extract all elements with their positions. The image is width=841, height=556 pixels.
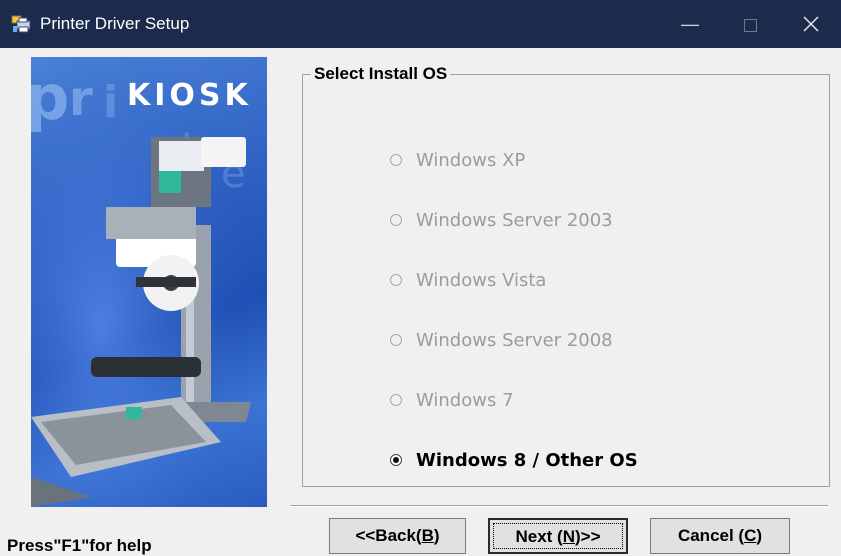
radio-label: Windows Server 2003: [416, 210, 613, 231]
svg-text:i: i: [103, 77, 118, 128]
install-os-groupbox: [302, 74, 830, 487]
cancel-label-end: ): [756, 526, 763, 545]
maximize-icon: [744, 19, 757, 32]
radio-label: Windows Server 2008: [416, 330, 613, 351]
setup-app-icon: [11, 14, 33, 34]
svg-text:r: r: [69, 71, 93, 127]
minimize-button[interactable]: —: [660, 0, 720, 48]
button-separator: [290, 505, 828, 507]
title-bar: Printer Driver Setup —: [0, 0, 841, 48]
kiosk-printer-banner: p r i t e KIOSK: [31, 57, 267, 507]
radio-icon: [390, 154, 402, 166]
radio-icon: [390, 394, 402, 406]
radio-label: Windows Vista: [416, 270, 547, 291]
focus-rect: [493, 523, 623, 549]
radio-label: Windows 7: [416, 390, 514, 411]
radio-label: Windows 8 / Other OS: [416, 450, 638, 471]
next-button[interactable]: Next (N)>>: [488, 518, 628, 554]
radio-icon: [390, 274, 402, 286]
maximize-button[interactable]: [720, 0, 780, 48]
minimize-icon: —: [681, 14, 699, 34]
back-label-end: ): [433, 526, 440, 545]
cancel-mnemonic: C: [744, 526, 757, 545]
svg-text:p: p: [31, 61, 69, 134]
groupbox-title: Select Install OS: [311, 64, 451, 84]
banner-artwork: p r i t e: [31, 57, 267, 507]
back-label: <<Back(: [355, 526, 422, 545]
radio-icon: [390, 334, 402, 346]
radio-icon: [390, 214, 402, 226]
help-hint: Press"F1"for help: [7, 536, 152, 555]
back-button[interactable]: <<Back(B): [329, 518, 466, 554]
cancel-label: Cancel (: [677, 526, 745, 545]
radio-label: Windows XP: [416, 150, 526, 171]
close-icon: [803, 16, 819, 32]
radio-selected-icon: [390, 454, 402, 466]
cancel-button[interactable]: Cancel (C): [650, 518, 790, 554]
banner-brand-text: KIOSK: [127, 78, 252, 113]
window-title: Printer Driver Setup: [40, 14, 190, 33]
back-mnemonic: B: [421, 526, 434, 545]
close-button[interactable]: [781, 0, 841, 48]
